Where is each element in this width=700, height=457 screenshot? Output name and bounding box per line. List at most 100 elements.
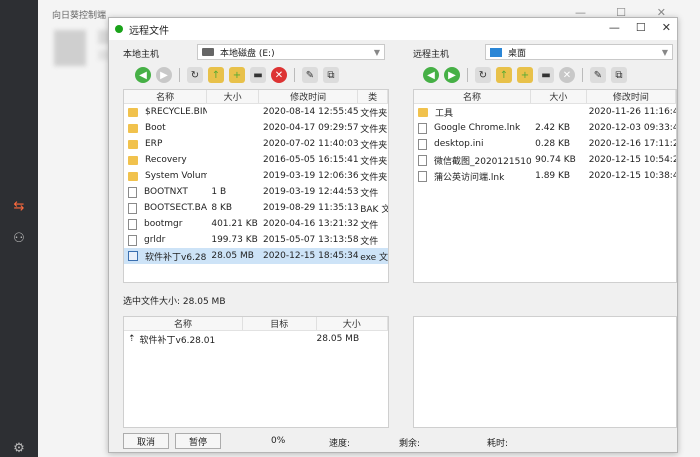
file-name: 工具 [435,108,454,119]
rename-icon[interactable]: ✎ [590,67,606,83]
file-name-cell: Recovery [124,155,207,165]
disk-icon[interactable]: ▬ [538,67,554,83]
file-modified: 2015-05-07 13:13:58 [262,235,359,245]
transfer-queue[interactable]: 名称 目标 大小 ⇡ 软件补丁v6.28.01 28.05 MB [123,316,389,428]
col-name[interactable]: 名称 [124,317,244,330]
file-row[interactable]: 微信截图_20201215105 90.74 KB 2020-12-15 10:54… [414,152,676,168]
transfer-icon[interactable]: ⇆ [10,198,28,216]
refresh-icon[interactable]: ↻ [475,67,491,83]
remote-transfer-panel[interactable] [413,316,677,428]
file-row[interactable]: Recovery 2016-05-05 16:15:41 文件夹 [124,152,388,168]
remaining-label: 剩余: [399,439,421,449]
file-row[interactable]: ERP 2020-07-02 11:40:03 文件夹 [124,136,388,152]
file-size: 8 KB [211,203,233,213]
properties-icon[interactable]: ⧉ [323,67,339,83]
users-icon[interactable]: ⚇ [10,230,28,248]
maximize-button[interactable]: ☐ [636,21,646,34]
file-row[interactable]: $RECYCLE.BIN 2020-08-14 12:55:45 文件夹 [124,104,388,120]
file-name-cell: ERP [124,139,207,149]
new-folder-icon[interactable]: + [517,67,533,83]
file-modified: 2019-03-19 12:44:53 [262,187,359,197]
local-drive-select[interactable]: 本地磁盘 (E:) ▼ [197,44,385,60]
file-name-cell: Boot [124,123,207,133]
col-modified[interactable]: 修改时间 [259,90,359,103]
file-row[interactable]: 蒲公英访问端.lnk 1.89 KB 2020-12-15 10:38:49 [414,168,676,184]
folder-icon [418,107,428,117]
new-folder-icon[interactable]: + [229,67,245,83]
remote-rows: 工具 2020-11-26 11:16:49 Google Chrome.lnk 2.… [414,104,676,184]
remote-location-select[interactable]: 桌面 ▼ [485,44,673,60]
file-icon [418,138,427,150]
file-size: 0.28 KB [535,139,571,149]
file-type: 文件夹 [360,124,388,135]
col-type[interactable]: 类 [358,90,388,103]
file-row[interactable]: bootmgr 401.21 KB 2020-04-16 13:21:32 文件 [124,216,388,232]
file-name-cell: BOOTSECT.BA [124,202,207,214]
close-button[interactable]: ✕ [662,21,671,34]
pause-button[interactable]: 暂停 [175,433,221,449]
file-row[interactable]: 工具 2020-11-26 11:16:49 [414,104,676,120]
file-row[interactable]: BOOTSECT.BA 8 KB 2019-08-29 11:35:13 BAK 文 [124,200,388,216]
col-target[interactable]: 目标 [243,317,317,330]
file-row[interactable]: Boot 2020-04-17 09:29:57 文件夹 [124,120,388,136]
forward-icon[interactable]: ▶ [444,67,460,83]
forward-icon[interactable]: ▶ [156,67,172,83]
remote-host-label: 远程主机 [413,50,450,60]
file-name-cell: grldr [124,234,207,246]
file-row[interactable]: Google Chrome.lnk 2.42 KB 2020-12-03 09:33… [414,120,676,136]
delete-icon[interactable]: ✕ [559,67,575,83]
file-row[interactable]: desktop.ini 0.28 KB 2020-12-16 17:11:20 [414,136,676,152]
link-icon [418,170,427,182]
col-name[interactable]: 名称 [414,90,532,103]
transfer-header: 名称 目标 大小 [124,317,388,331]
file-size: 199.73 KB [211,235,258,245]
file-icon [128,234,137,246]
rename-icon[interactable]: ✎ [302,67,318,83]
back-icon[interactable]: ◀ [423,67,439,83]
col-modified[interactable]: 修改时间 [587,90,676,103]
remote-list-header: 名称 大小 修改时间 [414,90,676,104]
file-name: BOOTSECT.BA [144,203,207,213]
file-name: BOOTNXT [144,187,188,197]
file-modified: 2020-04-16 13:21:32 [262,219,359,229]
col-name[interactable]: 名称 [124,90,208,103]
file-name: bootmgr [144,219,183,229]
remote-toolbar: ◀ ▶ ↻ ↑ + ▬ ✕ ✎ ⧉ [423,66,627,84]
local-file-list[interactable]: 名称 大小 修改时间 类 $RECYCLE.BIN 2020-08-14 12:5… [123,89,389,283]
local-host-label: 本地主机 [123,50,160,60]
file-size: 1.89 KB [535,171,571,181]
blurred-avatar [54,30,86,66]
link-icon [418,122,427,134]
file-type: 文件夹 [360,156,388,167]
disk-icon[interactable]: ▬ [250,67,266,83]
file-name-cell: 蒲公英访问端.lnk [414,170,531,183]
col-size[interactable]: 大小 [207,90,259,103]
file-modified: 2020-12-15 18:45:34 [262,251,359,261]
status-dot-icon [115,25,123,33]
col-size[interactable]: 大小 [317,317,388,330]
file-row[interactable]: 软件补丁v6.28. 28.05 MB 2020-12-15 18:45:34 exe… [124,248,388,264]
transfer-row[interactable]: ⇡ 软件补丁v6.28.01 28.05 MB [124,331,388,347]
col-size[interactable]: 大小 [531,90,587,103]
up-folder-icon[interactable]: ↑ [496,67,512,83]
desktop-icon [490,47,502,57]
cancel-button[interactable]: 取消 [123,433,169,449]
file-type: exe 文 [360,252,388,263]
back-icon[interactable]: ◀ [135,67,151,83]
file-row[interactable]: BOOTNXT 1 B 2019-03-19 12:44:53 文件 [124,184,388,200]
settings-icon[interactable]: ⚙ [10,440,28,457]
refresh-icon[interactable]: ↻ [187,67,203,83]
minimize-button[interactable]: — [609,21,620,34]
remote-file-list[interactable]: 名称 大小 修改时间 工具 2020-11-26 11:16:49 Google C… [413,89,677,283]
file-type: 文件夹 [360,172,388,183]
file-icon [128,202,137,214]
file-name-cell: BOOTNXT [124,186,207,198]
delete-icon[interactable]: ✕ [271,67,287,83]
file-name-cell: System Volum [124,171,207,181]
file-row[interactable]: grldr 199.73 KB 2015-05-07 13:13:58 文件 [124,232,388,248]
properties-icon[interactable]: ⧉ [611,67,627,83]
up-folder-icon[interactable]: ↑ [208,67,224,83]
file-row[interactable]: System Volum 2019-03-19 12:06:36 文件夹 [124,168,388,184]
file-name-cell: 软件补丁v6.28. [124,250,207,263]
file-modified: 2020-04-17 09:29:57 [262,123,359,133]
